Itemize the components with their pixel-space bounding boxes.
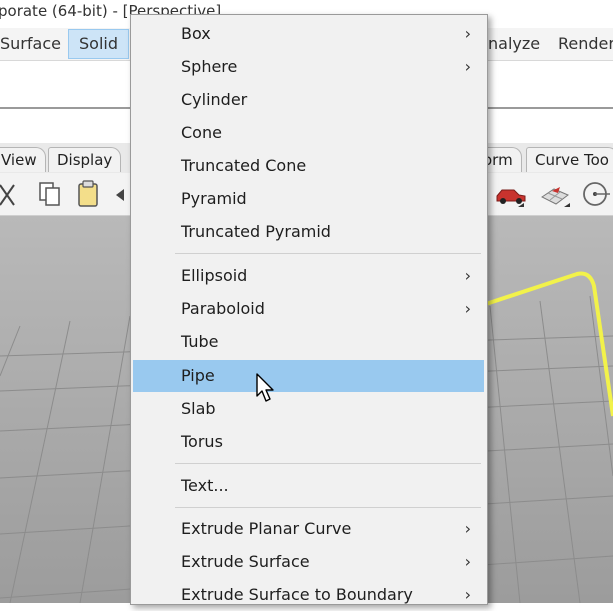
submenu-arrow-icon: › [464,552,471,571]
circle-target-icon[interactable] [580,179,610,209]
menu-item-truncated-cone[interactable]: Truncated Cone [131,150,487,182]
menu-item-text[interactable]: Text... [131,470,487,502]
menu-item-extrude-surface-to-boundary[interactable]: Extrude Surface to Boundary › [131,579,487,611]
car-icon[interactable] [494,179,526,209]
menu-item-label: Paraboloid [181,299,265,318]
tab-curve-tools[interactable]: Curve Too [526,147,613,172]
menu-item-label: Pipe [181,366,215,385]
menu-item-extrude-planar-curve[interactable]: Extrude Planar Curve › [131,513,487,545]
cut-icon[interactable] [0,179,24,209]
menu-separator [175,463,481,464]
menu-item-label: Cone [181,123,222,142]
paste-icon[interactable] [74,179,104,209]
menu-item-label: Truncated Pyramid [181,222,331,241]
menu-render[interactable]: Render [548,30,613,58]
menu-item-extrude-surface[interactable]: Extrude Surface › [131,546,487,578]
yellow-curve [485,271,613,417]
menu-item-label: Sphere [181,57,238,76]
submenu-arrow-icon: › [464,266,471,285]
copy-icon[interactable] [36,179,66,209]
tab-view[interactable]: View [0,147,46,172]
menu-item-torus[interactable]: Torus [131,426,487,458]
menu-item-pyramid[interactable]: Pyramid [131,183,487,215]
submenu-arrow-icon: › [464,57,471,76]
menu-item-box[interactable]: Box › [131,18,487,50]
menu-item-label: Truncated Cone [181,156,307,175]
submenu-arrow-icon: › [464,519,471,538]
mouse-pointer-icon [255,372,277,404]
menu-item-label: Torus [181,432,223,451]
submenu-arrow-icon: › [464,24,471,43]
menu-item-tube[interactable]: Tube [131,326,487,358]
menu-item-label: Pyramid [181,189,247,208]
menu-item-label: Box [181,24,211,43]
menu-item-sphere[interactable]: Sphere › [131,51,487,83]
menu-item-slab[interactable]: Slab [131,393,487,425]
menu-item-truncated-pyramid[interactable]: Truncated Pyramid [131,216,487,248]
menu-analyze[interactable]: nalyze [478,30,550,58]
menu-separator [175,253,481,254]
menu-item-cylinder[interactable]: Cylinder [131,84,487,116]
menu-surface[interactable]: Surface [0,30,71,58]
menu-item-label: Slab [181,399,216,418]
menu-item-label: Extrude Surface [181,552,310,571]
menu-item-ellipsoid[interactable]: Ellipsoid › [131,260,487,292]
menu-item-paraboloid[interactable]: Paraboloid › [131,293,487,325]
menu-item-label: Extrude Surface to Boundary [181,585,413,604]
menu-item-label: Extrude Planar Curve [181,519,352,538]
solid-dropdown-menu: Box › Sphere › Cylinder Cone Truncated C… [130,14,488,605]
menu-item-cone[interactable]: Cone [131,117,487,149]
menu-item-label: Ellipsoid [181,266,248,285]
menu-item-label: Tube [181,332,219,351]
grid-render-icon[interactable] [538,179,570,209]
undo-icon[interactable] [112,179,128,209]
menu-item-pipe[interactable]: Pipe [133,360,484,392]
menu-separator [175,507,481,508]
submenu-arrow-icon: › [464,585,471,604]
submenu-arrow-icon: › [464,299,471,318]
menu-item-label: Cylinder [181,90,248,109]
tab-display[interactable]: Display [48,147,122,172]
menu-item-label: Text... [181,476,229,495]
menu-solid[interactable]: Solid [68,29,129,59]
